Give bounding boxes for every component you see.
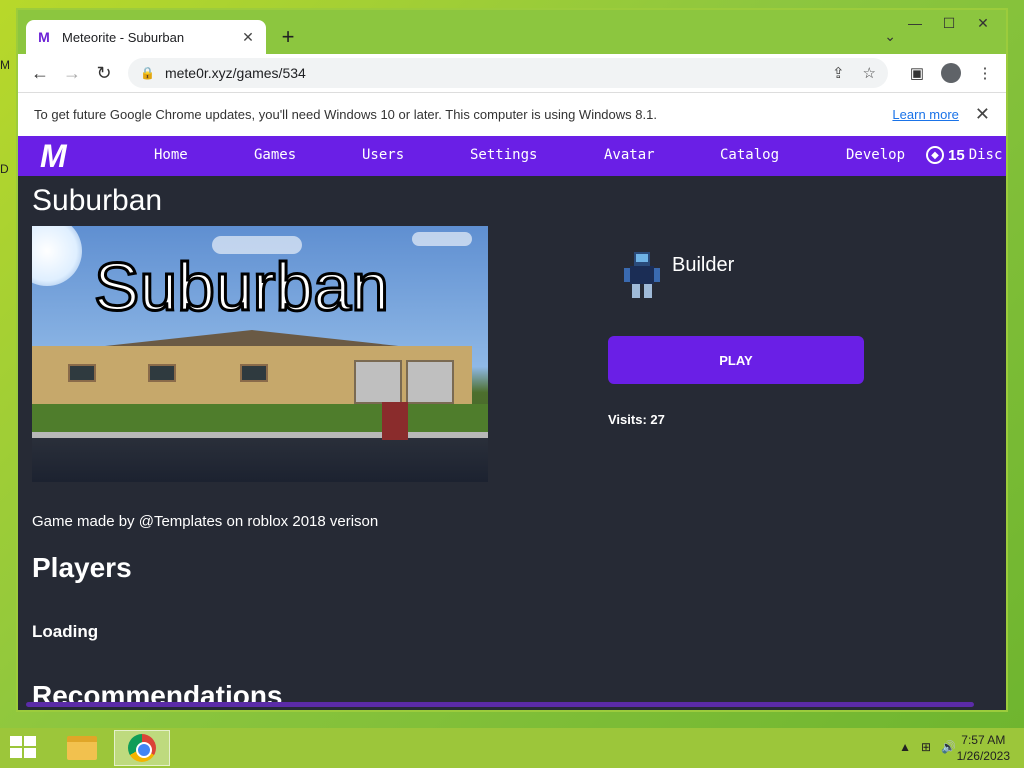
thumbnail-mailbox [382, 402, 408, 440]
tab-strip: M Meteorite - Suburban ✕ + ⌄ [18, 20, 1006, 54]
thumbnail-cloud [412, 232, 472, 246]
desktop-icon[interactable]: D [0, 162, 10, 176]
lock-icon[interactable]: 🔒 [140, 66, 155, 80]
infobar-text: To get future Google Chrome updates, you… [34, 107, 657, 122]
menu-icon[interactable]: ⋮ [972, 60, 998, 86]
learn-more-link[interactable]: Learn more [892, 107, 958, 122]
tab-title: Meteorite - Suburban [62, 29, 185, 45]
clock[interactable]: 7:57 AM 1/26/2023 [957, 732, 1010, 764]
browser-toolbar: ← → ↻ 🔒 mete0r.xyz/games/534 ⇪ ☆ ▣ ⋮ [18, 54, 1006, 92]
horizontal-scrollbar[interactable] [26, 702, 974, 707]
tray-expand-icon[interactable]: ▲ [899, 740, 911, 754]
system-tray: ▲ ⊞ 🔊 [899, 740, 956, 754]
play-button[interactable]: PLAY [608, 336, 864, 384]
share-icon[interactable]: ⇪ [832, 64, 845, 82]
coin-icon: ◆ [926, 146, 944, 164]
nav-catalog[interactable]: Catalog [720, 147, 779, 163]
clock-time: 7:57 AM [961, 733, 1006, 747]
site-navbar: M Home Games Users Settings Avatar Catal… [18, 136, 1006, 176]
browser-window: — ☐ ✕ M Meteorite - Suburban ✕ + ⌄ ← → ↻… [16, 8, 1008, 712]
thumbnail-sun [32, 226, 82, 286]
thumbnail-window [68, 364, 96, 382]
nav-users[interactable]: Users [362, 147, 404, 163]
volume-icon[interactable]: 🔊 [941, 740, 956, 754]
currency-balance[interactable]: ◆ 15 Disc [926, 146, 1002, 164]
game-description: Game made by @Templates on roblox 2018 v… [32, 513, 379, 530]
file-explorer-icon[interactable] [54, 730, 110, 766]
start-button[interactable] [10, 736, 38, 760]
tab-meteorite[interactable]: M Meteorite - Suburban ✕ [26, 20, 266, 54]
game-title: Suburban [32, 184, 163, 217]
clock-date: 1/26/2023 [956, 749, 1010, 763]
thumbnail-window [148, 364, 176, 382]
thumbnail-road [32, 438, 488, 482]
players-heading: Players [32, 552, 132, 583]
update-infobar: To get future Google Chrome updates, you… [18, 92, 1006, 136]
creator-avatar[interactable] [622, 250, 662, 302]
forward-button[interactable]: → [56, 57, 88, 89]
nav-home[interactable]: Home [154, 147, 188, 163]
tab-close-icon[interactable]: ✕ [240, 29, 256, 46]
back-button[interactable]: ← [24, 57, 56, 89]
network-icon[interactable]: ⊞ [921, 740, 931, 754]
thumbnail-garage [406, 360, 454, 404]
nav-settings[interactable]: Settings [470, 147, 537, 163]
thumbnail-lawn [32, 404, 488, 434]
side-panel-icon[interactable]: ▣ [904, 60, 930, 86]
tab-search-icon[interactable]: ⌄ [884, 28, 896, 45]
new-tab-button[interactable]: + [276, 26, 300, 50]
game-thumbnail: Suburban [32, 226, 488, 482]
meteorite-logo[interactable]: M [40, 140, 76, 172]
reload-button[interactable]: ↻ [88, 57, 120, 89]
profile-icon[interactable] [938, 60, 964, 86]
page-content: M Home Games Users Settings Avatar Catal… [18, 136, 1006, 710]
thumbnail-title: Suburban [93, 248, 391, 327]
star-icon[interactable]: ☆ [863, 64, 876, 82]
toolbar-actions: ▣ ⋮ [904, 60, 998, 86]
desktop-icon[interactable]: M [0, 58, 10, 72]
coin-count: 15 [948, 146, 965, 164]
chrome-icon[interactable] [114, 730, 170, 766]
nav-avatar[interactable]: Avatar [604, 147, 655, 163]
meteorite-favicon-icon: M [38, 29, 50, 45]
infobar-close-icon[interactable]: ✕ [975, 104, 990, 125]
url-text[interactable]: mete0r.xyz/games/534 [165, 65, 814, 81]
address-bar[interactable]: 🔒 mete0r.xyz/games/534 ⇪ ☆ [128, 58, 888, 88]
thumbnail-window [240, 364, 268, 382]
nav-games[interactable]: Games [254, 147, 296, 163]
thumbnail-garage [354, 360, 402, 404]
nav-discord[interactable]: Disc [969, 147, 1003, 163]
taskbar: ▲ ⊞ 🔊 7:57 AM 1/26/2023 [0, 728, 1024, 768]
visits-count: Visits: 27 [608, 412, 665, 427]
players-loading: Loading [32, 622, 99, 641]
creator-name[interactable]: Builder [672, 254, 734, 277]
nav-develop[interactable]: Develop [846, 147, 905, 163]
